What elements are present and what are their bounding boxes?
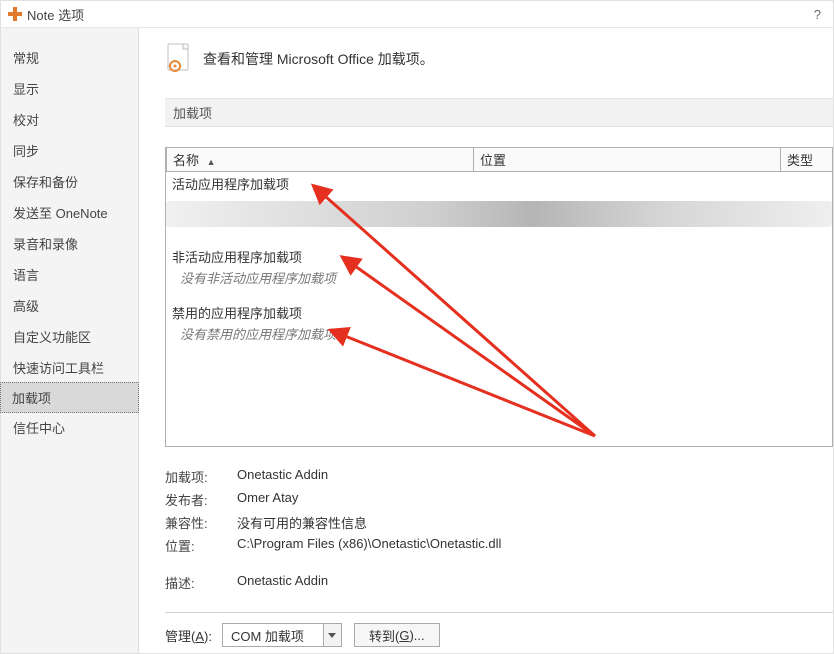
sidebar-item-advanced[interactable]: 高级: [1, 290, 138, 321]
sidebar-item-sync[interactable]: 同步: [1, 135, 138, 166]
detail-key: 发布者:: [165, 490, 237, 509]
page-title: 查看和管理 Microsoft Office 加载项。: [203, 49, 434, 69]
window-title: Note 选项: [27, 5, 84, 24]
chevron-down-icon: [323, 624, 341, 646]
detail-value: Onetastic Addin: [237, 467, 833, 486]
sidebar-item-language[interactable]: 语言: [1, 259, 138, 290]
detail-key: 描述:: [165, 573, 237, 592]
addin-details: 加载项:Onetastic Addin发布者:Omer Atay兼容性:没有可用…: [165, 465, 833, 594]
manage-combo[interactable]: COM 加载项: [222, 623, 342, 647]
table-row[interactable]: [166, 201, 832, 227]
sidebar-item-customize[interactable]: 自定义功能区: [1, 321, 138, 352]
sidebar-item-proofing[interactable]: 校对: [1, 104, 138, 135]
group-disabled-empty: 没有禁用的应用程序加载项: [166, 324, 832, 357]
table-body: 活动应用程序加载项 非活动应用程序加载项 没有非活动应用程序加载项 禁用的应用程…: [166, 172, 832, 446]
options-dialog: Note 选项 ? 常规显示校对同步保存和备份发送至 OneNote录音和录像语…: [0, 0, 834, 654]
sidebar-item-audio[interactable]: 录音和录像: [1, 228, 138, 259]
detail-value: Onetastic Addin: [237, 573, 833, 592]
sidebar-item-display[interactable]: 显示: [1, 73, 138, 104]
manage-row: 管理(A): COM 加载项 转到(G)...: [165, 613, 833, 653]
sidebar-item-sendto[interactable]: 发送至 OneNote: [1, 197, 138, 228]
detail-row: 发布者:Omer Atay: [165, 488, 833, 511]
sidebar-item-general[interactable]: 常规: [1, 42, 138, 73]
group-inactive-empty: 没有非活动应用程序加载项: [166, 268, 832, 301]
group-disabled: 禁用的应用程序加载项: [166, 301, 832, 324]
detail-value: 没有可用的兼容性信息: [237, 513, 833, 532]
section-label: 加载项: [165, 98, 833, 127]
go-button[interactable]: 转到(G)...: [354, 623, 440, 647]
detail-key: 位置:: [165, 536, 237, 555]
sidebar-item-qat[interactable]: 快速访问工具栏: [1, 352, 138, 383]
detail-value: C:\Program Files (x86)\Onetastic\Onetast…: [237, 536, 833, 555]
help-button[interactable]: ?: [808, 7, 827, 22]
page-header: 查看和管理 Microsoft Office 加载项。: [165, 42, 833, 76]
table-header: 名称 ▲ 位置 类型: [166, 148, 832, 172]
detail-row: 加载项:Onetastic Addin: [165, 465, 833, 488]
sort-asc-icon: ▲: [207, 157, 216, 167]
main-panel: 查看和管理 Microsoft Office 加载项。 加载项 名称 ▲ 位置 …: [139, 28, 833, 653]
group-active: 活动应用程序加载项: [166, 172, 832, 195]
addins-list: 名称 ▲ 位置 类型 活动应用程序加载项 非活动应用程序加载项 没有非活动应用程…: [165, 147, 833, 447]
detail-row: 兼容性:没有可用的兼容性信息: [165, 511, 833, 534]
detail-key: 加载项:: [165, 467, 237, 486]
column-type[interactable]: 类型: [780, 147, 833, 172]
column-location[interactable]: 位置: [473, 147, 781, 172]
sidebar-item-trust[interactable]: 信任中心: [1, 412, 138, 443]
manage-label: 管理(A):: [165, 626, 212, 645]
manage-combo-value: COM 加载项: [231, 626, 323, 645]
sidebar-item-save[interactable]: 保存和备份: [1, 166, 138, 197]
sidebar-item-addins[interactable]: 加载项: [0, 382, 139, 413]
addins-icon: [165, 42, 193, 76]
sidebar-nav: 常规显示校对同步保存和备份发送至 OneNote录音和录像语言高级自定义功能区快…: [1, 28, 139, 653]
detail-key: 兼容性:: [165, 513, 237, 532]
detail-row: 位置:C:\Program Files (x86)\Onetastic\Onet…: [165, 534, 833, 557]
detail-row: 描述:Onetastic Addin: [165, 571, 833, 594]
titlebar: Note 选项 ?: [1, 1, 833, 27]
column-name[interactable]: 名称 ▲: [166, 147, 474, 172]
app-icon: [7, 6, 23, 22]
detail-value: Omer Atay: [237, 490, 833, 509]
group-inactive: 非活动应用程序加载项: [166, 245, 832, 268]
